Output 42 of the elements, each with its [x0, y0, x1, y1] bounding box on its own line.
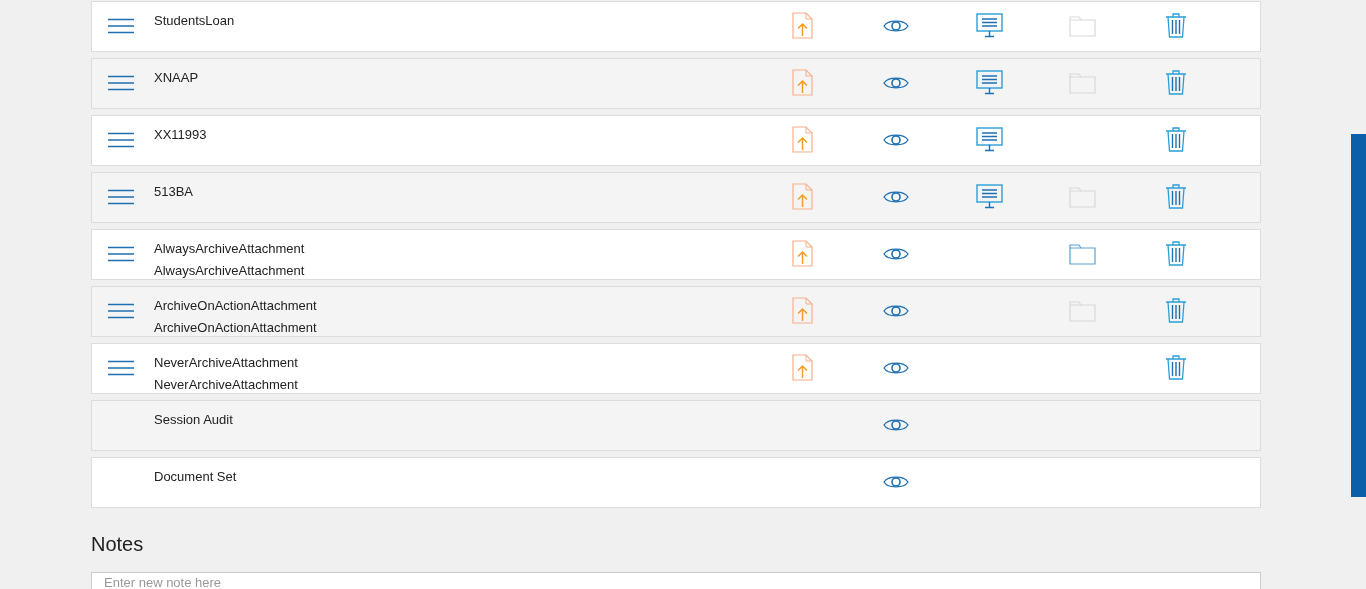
- item-label: 513BA: [154, 183, 194, 201]
- menu-icon[interactable]: [108, 303, 134, 319]
- eye-icon[interactable]: [883, 360, 909, 376]
- eye-icon[interactable]: [883, 189, 909, 205]
- scrollbar[interactable]: [1351, 134, 1366, 497]
- trash-icon[interactable]: [1165, 12, 1187, 38]
- trash-icon[interactable]: [1165, 126, 1187, 152]
- eye-icon[interactable]: [883, 132, 909, 148]
- item-label: XNAAP: [154, 69, 199, 87]
- menu-icon[interactable]: [108, 132, 134, 148]
- trash-icon[interactable]: [1165, 240, 1187, 266]
- item-label: AlwaysArchiveAttachment: [154, 262, 305, 280]
- item-label: NeverArchiveAttachment: [154, 354, 298, 372]
- note-input-field[interactable]: Enter new note here: [91, 572, 1261, 589]
- trash-icon[interactable]: [1165, 297, 1187, 323]
- trash-icon[interactable]: [1165, 354, 1187, 380]
- trash-icon[interactable]: [1165, 183, 1187, 209]
- eye-icon[interactable]: [883, 18, 909, 34]
- menu-icon[interactable]: [108, 75, 134, 91]
- item-label: ArchiveOnActionAttachment: [154, 319, 317, 337]
- menu-icon[interactable]: [108, 360, 134, 376]
- menu-icon[interactable]: [108, 189, 134, 205]
- monitor-icon[interactable]: [976, 184, 1003, 209]
- item-label: Session Audit: [154, 411, 233, 429]
- monitor-icon[interactable]: [976, 127, 1003, 152]
- trash-icon[interactable]: [1165, 69, 1187, 95]
- item-label: Document Set: [154, 468, 237, 486]
- notes-heading: Notes: [91, 532, 145, 556]
- eye-icon[interactable]: [883, 474, 909, 490]
- eye-icon[interactable]: [883, 246, 909, 262]
- eye-icon[interactable]: [883, 417, 909, 433]
- item-label: AlwaysArchiveAttachment: [154, 240, 305, 258]
- item-label: StudentsLoan: [154, 12, 235, 30]
- eye-icon[interactable]: [883, 75, 909, 91]
- eye-icon[interactable]: [883, 303, 909, 319]
- menu-icon[interactable]: [108, 246, 134, 262]
- monitor-icon[interactable]: [976, 70, 1003, 95]
- item-label: XX11993: [154, 126, 207, 144]
- monitor-icon[interactable]: [976, 13, 1003, 38]
- item-label: NeverArchiveAttachment: [154, 376, 298, 394]
- item-label: ArchiveOnActionAttachment: [154, 297, 317, 315]
- menu-icon[interactable]: [108, 18, 134, 34]
